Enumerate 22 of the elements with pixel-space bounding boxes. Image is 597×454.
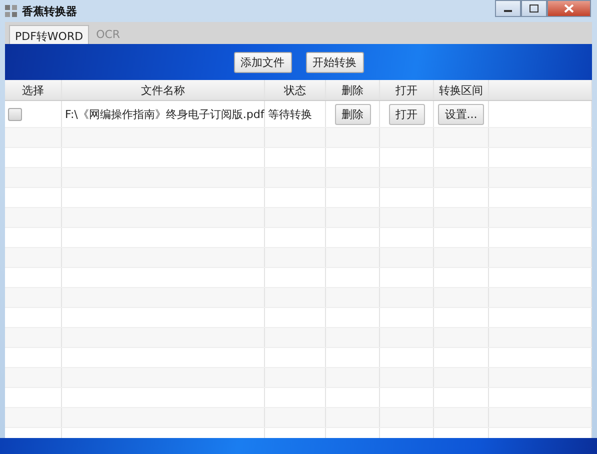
column-header: 文件名称 — [141, 82, 185, 98]
maximize-button[interactable] — [521, 0, 547, 17]
column-header: 打开 — [396, 82, 418, 98]
column-header: 转换区间 — [439, 82, 483, 98]
close-icon — [564, 4, 574, 13]
app-icon — [4, 4, 18, 18]
toolbar-button[interactable]: 开始转换 — [306, 52, 364, 72]
minimize-button[interactable] — [495, 0, 521, 17]
maximize-icon — [529, 4, 539, 13]
status-text: 等待转换 — [268, 106, 312, 122]
delete-button[interactable]: 删除 — [334, 104, 370, 124]
column-header: 删除 — [342, 82, 364, 98]
window-title: 香蕉转换器 — [22, 4, 77, 18]
open-button[interactable]: 打开 — [388, 104, 424, 124]
checkbox[interactable] — [8, 108, 22, 120]
tab[interactable]: PDF转WORD — [9, 25, 90, 44]
settings-button[interactable]: 设置... — [438, 104, 484, 124]
column-header: 状态 — [284, 82, 306, 98]
close-button[interactable] — [547, 0, 591, 17]
column-header: 选择 — [22, 82, 44, 98]
file-name: F:\《网编操作指南》终身电子订阅版.pdf — [65, 106, 264, 122]
toolbar-button[interactable]: 添加文件 — [234, 52, 292, 72]
